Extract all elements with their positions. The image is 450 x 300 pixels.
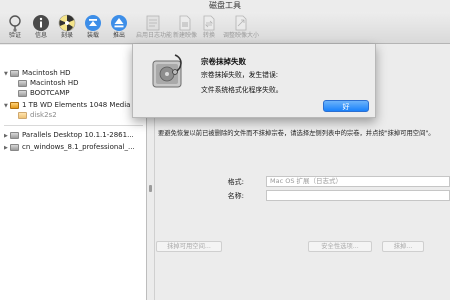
new-image-button[interactable]: 新建映像 bbox=[172, 12, 198, 44]
sidebar-item-label: cn_windows_8.1_professional_... bbox=[22, 143, 135, 151]
alert-message: 宗卷抹掉失败，发生错误: bbox=[201, 71, 279, 79]
sidebar-item-macintosh-hd-disk[interactable]: ▼ Macintosh HD bbox=[4, 68, 71, 78]
stethoscope-icon bbox=[9, 15, 21, 32]
erase-info-text: 要避免恢复以前已被删除的文件而不抹掉宗卷，请选择左侧列表中的宗卷，并点按"抹掉可… bbox=[158, 130, 435, 137]
volume-icon bbox=[18, 89, 27, 97]
volume-icon bbox=[18, 111, 27, 119]
sidebar-item-macintosh-hd-volume[interactable]: Macintosh HD bbox=[18, 78, 79, 88]
hard-disk-icon bbox=[10, 69, 19, 77]
error-alert-sheet: 宗卷抹掉失败 宗卷抹掉失败，发生错误: 文件系统格式化程序失败。 好 bbox=[132, 44, 376, 118]
alert-detail: 文件系统格式化程序失败。 bbox=[201, 86, 283, 94]
splitter-grip-icon bbox=[149, 185, 152, 192]
security-options-button[interactable]: 安全性选项... bbox=[308, 241, 372, 252]
toolbar: 验证 信息 刻录 装载 推出 启用日志功能 新建映像 转换 调整映像大小 bbox=[0, 12, 450, 44]
sidebar-item-bootcamp[interactable]: BOOTCAMP bbox=[18, 88, 70, 98]
burn-icon bbox=[58, 14, 76, 32]
burn-button[interactable]: 刻录 bbox=[54, 12, 80, 44]
convert-label: 转换 bbox=[202, 32, 215, 39]
sidebar-item-label: Macintosh HD bbox=[30, 79, 79, 87]
erase-button[interactable]: 抹掉... bbox=[382, 241, 424, 252]
resize-image-label: 调整映像大小 bbox=[222, 32, 259, 39]
new-image-icon bbox=[179, 15, 191, 31]
sidebar-item-label: Macintosh HD bbox=[22, 69, 71, 77]
verify-button[interactable]: 验证 bbox=[2, 12, 28, 44]
disk-utility-window: 磁盘工具 验证 信息 刻录 装载 推出 启用日志功能 新建映像 转换 调整映像大… bbox=[0, 0, 450, 300]
format-select[interactable]: Mac OS 扩展（日志式） bbox=[266, 176, 450, 187]
burn-label: 刻录 bbox=[60, 32, 73, 39]
sidebar-item-disk2s2[interactable]: disk2s2 bbox=[18, 110, 57, 120]
resize-image-icon bbox=[235, 15, 247, 31]
disk-image-icon bbox=[10, 131, 19, 139]
info-icon bbox=[33, 15, 49, 31]
name-label: 名称: bbox=[227, 192, 244, 200]
new-image-label: 新建映像 bbox=[172, 32, 197, 39]
sidebar-item-windows-image[interactable]: ▶ cn_windows_8.1_professional_... bbox=[4, 142, 135, 152]
eject-icon bbox=[111, 15, 127, 31]
enable-journaling-button[interactable]: 启用日志功能 bbox=[136, 12, 173, 44]
eject-button[interactable]: 推出 bbox=[106, 12, 132, 44]
sidebar-divider bbox=[4, 125, 143, 126]
sidebar-item-label: disk2s2 bbox=[30, 111, 57, 119]
sidebar-item-label: Parallels Desktop 10.1.1-2861... bbox=[22, 131, 134, 139]
title-bar: 磁盘工具 bbox=[0, 0, 450, 12]
sidebar-item-parallels-image[interactable]: ▶ Parallels Desktop 10.1.1-2861... bbox=[4, 130, 134, 140]
journal-icon bbox=[146, 15, 160, 31]
sidebar: ▼ Macintosh HD Macintosh HD BOOTCAMP ▼ 1 T… bbox=[0, 45, 147, 300]
alert-title: 宗卷抹掉失败 bbox=[201, 57, 246, 66]
ok-button[interactable]: 好 bbox=[323, 100, 369, 112]
volume-icon bbox=[18, 79, 27, 87]
convert-button[interactable]: 转换 bbox=[196, 12, 222, 44]
info-button[interactable]: 信息 bbox=[28, 12, 54, 44]
sidebar-item-wd-elements[interactable]: ▼ 1 TB WD Elements 1048 Media bbox=[4, 100, 130, 110]
eject-label: 推出 bbox=[112, 32, 125, 39]
resize-image-button[interactable]: 调整映像大小 bbox=[221, 12, 261, 44]
convert-icon bbox=[203, 15, 215, 31]
disk-utility-icon bbox=[152, 54, 182, 88]
mount-button[interactable]: 装载 bbox=[80, 12, 106, 44]
erase-free-space-button[interactable]: 抹掉可用空间... bbox=[156, 241, 222, 252]
external-disk-icon bbox=[10, 101, 19, 109]
sidebar-item-label: 1 TB WD Elements 1048 Media bbox=[22, 101, 131, 109]
sidebar-item-label: BOOTCAMP bbox=[30, 89, 70, 97]
enable-journaling-label: 启用日志功能 bbox=[136, 32, 173, 39]
disk-image-icon bbox=[10, 143, 19, 151]
mount-label: 装载 bbox=[86, 32, 99, 39]
format-label: 格式: bbox=[227, 178, 244, 186]
name-field[interactable] bbox=[266, 190, 450, 201]
window-title: 磁盘工具 bbox=[209, 1, 241, 10]
info-label: 信息 bbox=[34, 32, 47, 39]
verify-label: 验证 bbox=[8, 32, 21, 39]
mount-icon bbox=[85, 15, 101, 31]
